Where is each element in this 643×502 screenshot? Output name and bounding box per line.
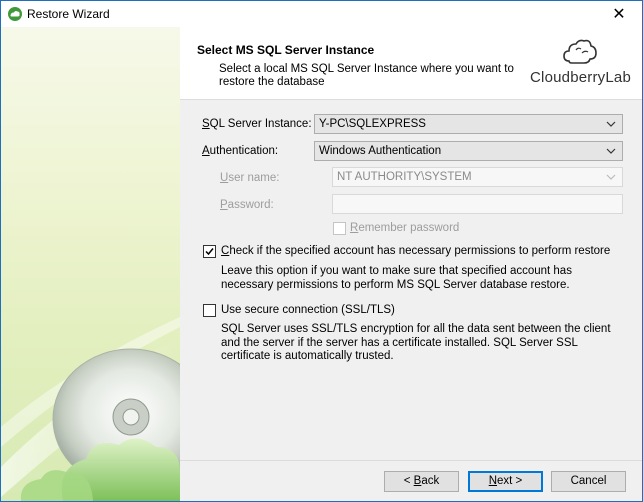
page-title: Select MS SQL Server Instance [197,43,375,57]
title-bar: Restore Wizard ✕ [1,1,642,27]
remember-password-checkbox[interactable] [333,222,346,235]
check-permissions-description: Leave this option if you want to make su… [221,265,572,291]
wizard-sidebar [1,27,180,501]
username-value: NT AUTHORITY\SYSTEM [337,171,472,183]
wizard-footer: < Back Next > Cancel [180,460,642,501]
next-button-accel: N [488,475,498,487]
check-permissions-label[interactable]: Check if the specified account has neces… [221,245,610,257]
sql-server-value: Y-PC\SQLEXPRESS [319,118,426,130]
logo-text: CloudberryLab [530,69,631,86]
authentication-label: Authentication: [202,145,278,157]
password-label-text: assword: [227,199,274,211]
window-title: Restore Wizard [27,7,110,21]
disc-illustration [1,317,180,501]
authentication-select[interactable]: Windows Authentication [314,141,623,161]
cloudberry-logo: CloudberryLab [530,37,631,92]
back-button-prefix: < [403,475,414,487]
sql-server-label: SQL Server Instance: [202,118,312,130]
check-permissions-text: heck if the specified account has necess… [229,245,611,257]
secure-connection-description: SQL Server uses SSL/TLS encryption for a… [221,323,611,362]
wizard-header: Select MS SQL Server Instance Select a l… [180,27,642,100]
back-button-text: ack [421,475,440,487]
password-input[interactable] [332,194,623,214]
wizard-content: SQL Server Instance: Y-PC\SQLEXPRESS Aut… [180,100,642,460]
back-button[interactable]: < Back [384,471,459,492]
username-select[interactable]: NT AUTHORITY\SYSTEM [332,167,623,187]
sql-server-label-accel: S [202,118,210,130]
page-subtitle: Select a local MS SQL Server Instance wh… [219,63,514,88]
sql-server-select[interactable]: Y-PC\SQLEXPRESS [314,114,623,134]
cloud-logo-icon [563,39,597,64]
secure-connection-label[interactable]: Use secure connection (SSL/TLS) [221,304,395,316]
authentication-value: Windows Authentication [319,145,442,157]
remember-password-text: emember password [358,222,460,234]
check-permissions-checkbox[interactable] [203,245,216,258]
secure-connection-checkbox[interactable] [203,304,216,317]
next-button-text: ext > [497,475,523,487]
remember-password-label: Remember password [350,222,459,234]
authentication-label-accel: A [202,145,210,157]
sql-server-label-text: QL Server Instance: [209,118,312,130]
next-button[interactable]: Next > [468,471,543,492]
cancel-button[interactable]: Cancel [551,471,626,492]
chevron-down-icon [606,117,616,134]
close-icon[interactable]: ✕ [596,1,642,27]
password-label: Password: [220,199,274,211]
restore-wizard-window: Restore Wizard ✕ Select MS SQL Server In… [0,0,643,502]
password-label-accel: P [220,199,228,211]
chevron-down-icon [606,170,616,187]
checkmark-icon [205,248,214,256]
authentication-label-text: uthentication: [209,145,279,157]
username-label-text: ser name: [228,172,280,184]
username-label: User name: [220,172,279,184]
chevron-down-icon [606,144,616,161]
cloudberry-app-icon [7,6,23,22]
